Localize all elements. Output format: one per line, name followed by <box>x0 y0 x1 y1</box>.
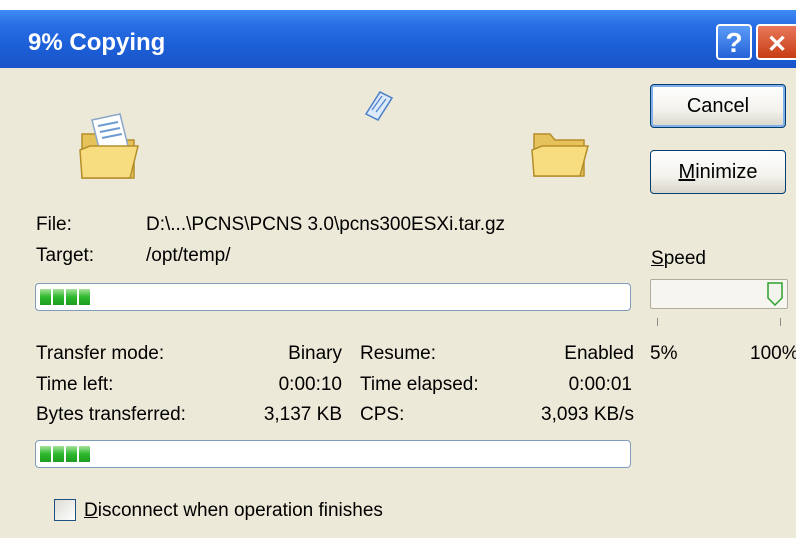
total-progress-bar <box>35 440 631 468</box>
copy-dialog: 9% Copying ? ✕ Cancel Minimize File: D:\… <box>0 0 796 546</box>
folder-with-document-icon <box>79 113 139 179</box>
help-icon: ? <box>725 27 743 58</box>
minimize-button-label: inimize <box>695 161 758 183</box>
file-progress-bar <box>35 283 631 311</box>
speed-min-label: 5% <box>650 343 678 364</box>
close-button[interactable]: ✕ <box>756 24 796 60</box>
disconnect-label[interactable]: Disconnect when operation finishes <box>84 500 383 522</box>
time-elapsed-value: 0:00:01 <box>568 374 632 395</box>
speed-max-label: 100% <box>750 343 796 364</box>
progress-chunk <box>66 446 77 462</box>
transfer-mode-value: Binary <box>288 343 342 364</box>
disconnect-label-text: isconnect when operation finishes <box>97 500 383 521</box>
file-path: D:\...\PCNS\PCNS 3.0\pcns300ESXi.tar.gz <box>146 214 506 235</box>
target-label: Target: <box>36 245 95 266</box>
file-label: File: <box>36 214 72 235</box>
speed-slider[interactable] <box>650 279 788 309</box>
progress-chunk <box>53 289 64 305</box>
speed-slider-thumb[interactable] <box>767 282 783 306</box>
speed-mnemonic: S <box>651 248 664 269</box>
window-title: 9% Copying <box>28 29 166 56</box>
progress-chunk <box>66 289 77 305</box>
flying-document-icon <box>364 91 394 121</box>
cancel-button[interactable]: Cancel <box>650 84 786 128</box>
title-bar[interactable]: 9% Copying ? ✕ <box>0 10 796 68</box>
window-bottom-edge <box>0 538 796 546</box>
time-left-label: Time left: <box>36 374 114 395</box>
resume-value: Enabled <box>564 343 634 364</box>
speed-tick-max <box>780 318 781 326</box>
minimize-button[interactable]: Minimize <box>650 150 786 194</box>
minimize-mnemonic: M <box>678 161 696 183</box>
progress-chunk <box>79 289 90 305</box>
progress-chunk <box>53 446 64 462</box>
progress-chunk <box>79 446 90 462</box>
disconnect-mnemonic: D <box>84 500 98 521</box>
bytes-transferred-value: 3,137 KB <box>263 404 342 425</box>
target-path: /opt/temp/ <box>146 245 231 266</box>
progress-chunk <box>40 446 51 462</box>
resume-label: Resume: <box>360 343 437 364</box>
speed-label: Speed <box>651 248 706 270</box>
file-progress-fill <box>40 289 93 307</box>
time-elapsed-label: Time elapsed: <box>360 374 479 395</box>
folder-icon <box>531 133 589 177</box>
cps-value: 3,093 KB/s <box>541 404 634 425</box>
speed-tick-min <box>657 318 658 326</box>
close-icon: ✕ <box>766 31 788 58</box>
total-progress-fill <box>40 446 93 464</box>
transfer-mode-label: Transfer mode: <box>36 343 165 364</box>
cps-label: CPS: <box>360 404 405 425</box>
speed-label-text: peed <box>663 248 706 269</box>
time-left-value: 0:00:10 <box>278 374 342 395</box>
bytes-transferred-label: Bytes transferred: <box>36 404 186 425</box>
progress-chunk <box>40 289 51 305</box>
disconnect-checkbox[interactable] <box>54 499 76 521</box>
cancel-button-label: Cancel <box>686 95 750 117</box>
help-button[interactable]: ? <box>716 24 752 60</box>
